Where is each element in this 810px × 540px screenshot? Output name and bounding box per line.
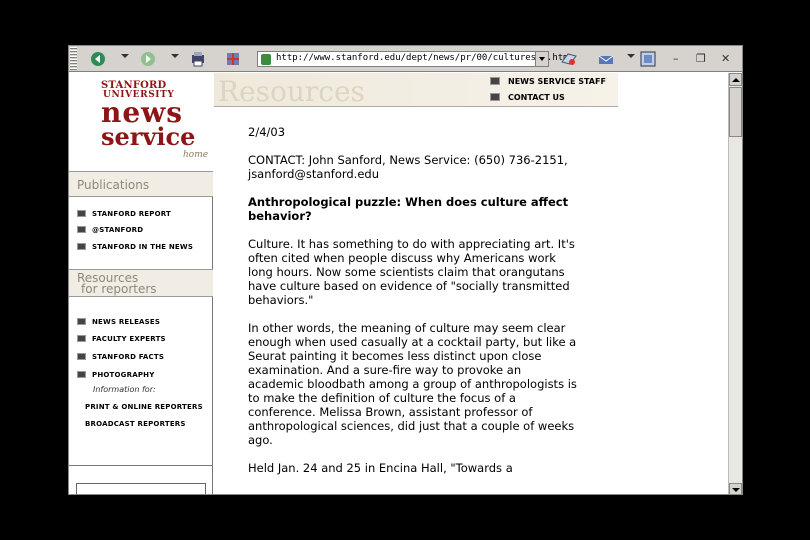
nav-stanford-in-the-news[interactable]: STANFORD IN THE NEWS [77, 243, 193, 255]
arrow-up-icon [732, 78, 740, 82]
nav-at-stanford[interactable]: @STANFORD [77, 226, 143, 238]
bullet-icon [77, 353, 86, 360]
vertical-scrollbar[interactable] [728, 73, 742, 494]
mail-dropdown-icon[interactable] [627, 54, 635, 58]
home-icon[interactable] [224, 50, 242, 68]
nav-broadcast-reporters[interactable]: BROADCAST REPORTERS [85, 420, 186, 428]
bullet-icon [77, 226, 86, 233]
link-label: CONTACT US [508, 93, 565, 102]
minimize-button[interactable]: – [673, 52, 679, 65]
article-paragraph: Held Jan. 24 and 25 in Encina Hall, "Tow… [248, 461, 513, 475]
nav-label: @STANFORD [92, 226, 144, 234]
go-icon[interactable] [560, 50, 578, 68]
nav-label: PHOTOGRAPHY [92, 371, 155, 379]
news-service-staff-link[interactable]: NEWS SERVICE STAFF [490, 77, 606, 86]
address-dropdown-button[interactable] [535, 52, 548, 66]
resources-header-label-2: for reporters [81, 282, 157, 296]
link-label: NEWS SERVICE STAFF [508, 77, 606, 86]
bullet-icon [77, 335, 86, 342]
left-navigation: STANFORD UNIVERSITY news service home Pu… [69, 73, 213, 494]
nav-news-releases[interactable]: NEWS RELEASES [77, 318, 160, 330]
forward-dropdown-icon[interactable] [171, 54, 179, 58]
address-url[interactable]: http://www.stanford.edu/dept/news/pr/00/… [276, 53, 569, 63]
nav-stanford-facts[interactable]: STANFORD FACTS [77, 353, 164, 365]
bullet-icon [490, 93, 500, 101]
arrow-down-icon [732, 488, 740, 492]
nav-print-online-reporters[interactable]: PRINT & ONLINE REPORTERS [85, 403, 203, 411]
bullet-icon [77, 371, 86, 378]
page-content: STANFORD UNIVERSITY news service home Pu… [69, 73, 730, 494]
nav-divider [69, 465, 213, 466]
forward-icon[interactable] [139, 50, 157, 68]
nav-stanford-report[interactable]: STANFORD REPORT [77, 210, 171, 222]
article-headline: Anthropological puzzle: When does cultur… [248, 195, 569, 223]
banner-title: Resources [218, 75, 365, 108]
bullet-icon [77, 318, 86, 325]
scroll-down-button[interactable] [729, 483, 742, 494]
mail-icon[interactable] [597, 50, 615, 68]
article-date: 2/4/03 [248, 125, 286, 139]
nav-label: STANFORD REPORT [92, 210, 172, 218]
nav-search-field[interactable] [76, 483, 206, 494]
toolbar-grip[interactable] [70, 47, 77, 71]
browser-toolbar: http://www.stanford.edu/dept/news/pr/00/… [69, 46, 742, 72]
bullet-icon [77, 243, 86, 250]
view-icon[interactable] [639, 50, 657, 68]
scroll-thumb[interactable] [729, 87, 742, 137]
resources-header: Resources for reporters [69, 269, 213, 297]
nav-label: STANFORD IN THE NEWS [92, 243, 194, 251]
nav-label: FACULTY EXPERTS [92, 335, 166, 343]
article-paragraph: Culture. It has something to do with app… [248, 237, 575, 307]
address-bar[interactable]: http://www.stanford.edu/dept/news/pr/00/… [257, 51, 569, 67]
resources-banner: Resources NEWS SERVICE STAFF CONTACT US [214, 73, 618, 108]
close-button[interactable]: ✕ [721, 52, 730, 65]
bullet-icon [77, 210, 86, 217]
chevron-down-icon [539, 57, 545, 61]
browser-window: http://www.stanford.edu/dept/news/pr/00/… [68, 45, 743, 495]
article-paragraph: In other words, the meaning of culture m… [248, 321, 577, 447]
home-link[interactable]: home [183, 150, 208, 160]
bullet-icon [490, 77, 500, 85]
nav-label: NEWS RELEASES [92, 318, 161, 326]
restore-button[interactable]: ❐ [696, 52, 706, 65]
page-icon [261, 54, 271, 65]
article-body: 2/4/03 CONTACT: John Sanford, News Servi… [248, 125, 578, 489]
article-contact: CONTACT: John Sanford, News Service: (65… [248, 153, 568, 181]
nav-photography[interactable]: PHOTOGRAPHY [77, 371, 154, 383]
publications-header-label: Publications [77, 178, 150, 192]
back-icon[interactable] [89, 50, 107, 68]
nav-faculty-experts[interactable]: FACULTY EXPERTS [77, 335, 166, 347]
information-for-label: Information for: [93, 385, 156, 394]
scroll-up-button[interactable] [729, 73, 742, 86]
logo-service: service [101, 122, 196, 151]
contact-us-link[interactable]: CONTACT US [490, 93, 565, 102]
nav-label: STANFORD FACTS [92, 353, 165, 361]
back-dropdown-icon[interactable] [121, 54, 129, 58]
news-service-logo[interactable]: STANFORD UNIVERSITY news service home [69, 73, 213, 171]
print-icon[interactable] [189, 50, 207, 68]
publications-header: Publications [69, 171, 213, 197]
